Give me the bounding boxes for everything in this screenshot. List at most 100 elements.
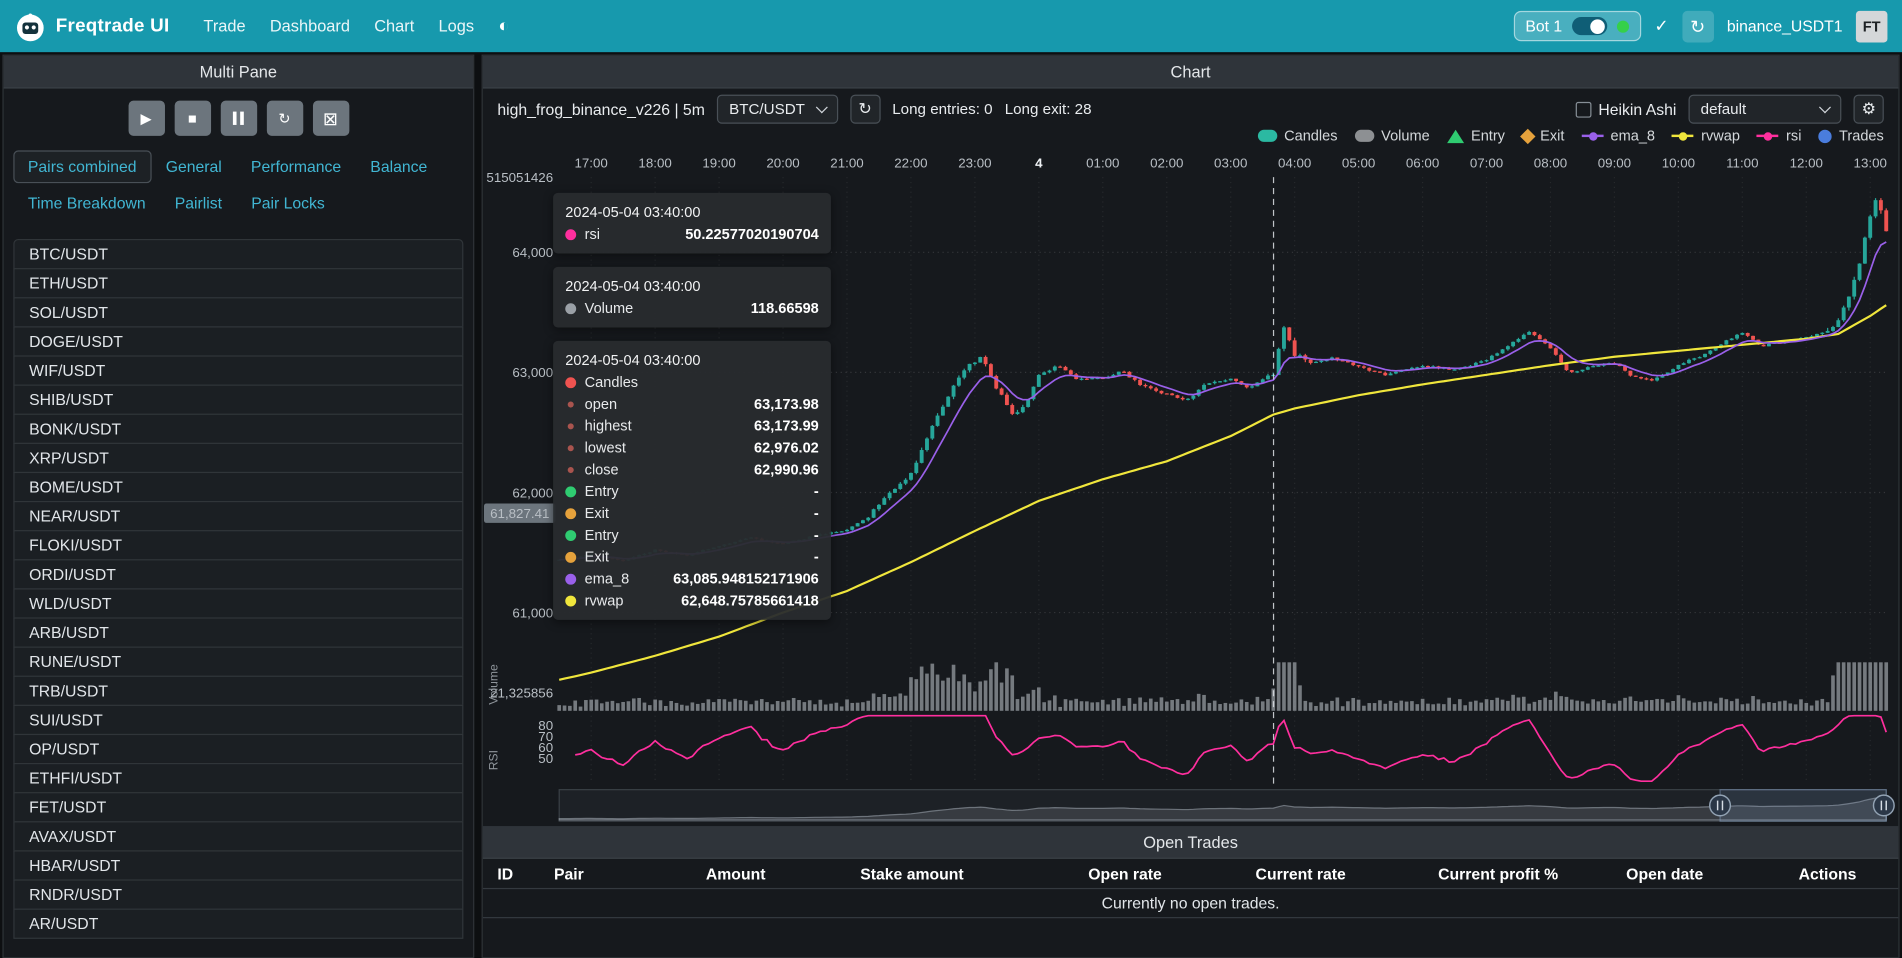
tooltip-label: close: [585, 461, 619, 478]
heikin-ashi-checkbox[interactable]: [1575, 101, 1591, 117]
open-trades-empty-message: Currently no open trades.: [483, 889, 1899, 918]
nav-link-logs[interactable]: Logs: [426, 10, 486, 43]
bot-toggle[interactable]: [1572, 17, 1607, 35]
navigator-handle[interactable]: [1710, 795, 1731, 816]
pair-item[interactable]: ETH/USDT: [13, 268, 463, 298]
svg-text:06:00: 06:00: [1406, 155, 1439, 170]
tab-pairs-combined[interactable]: Pairs combined: [13, 150, 151, 183]
nav-link-trade[interactable]: Trade: [191, 10, 257, 43]
theme-toggle-icon[interactable]: ◐: [489, 11, 519, 41]
stop-button[interactable]: ■: [174, 101, 210, 136]
legend-item-trades[interactable]: Trades: [1818, 127, 1883, 144]
navigator-window[interactable]: [1720, 790, 1886, 822]
pair-item[interactable]: ETHFI/USDT: [13, 763, 463, 793]
pair-item[interactable]: FLOKI/USDT: [13, 530, 463, 560]
tab-pair-locks[interactable]: Pair Locks: [237, 187, 340, 220]
pair-item[interactable]: RUNE/USDT: [13, 647, 463, 677]
trades-marker-icon: [1818, 129, 1831, 142]
pair-item[interactable]: RNDR/USDT: [13, 879, 463, 909]
legend-item-rsi[interactable]: rsi: [1757, 127, 1801, 144]
avatar[interactable]: FT: [1856, 10, 1888, 42]
column-actions: Actions: [1757, 864, 1899, 882]
svg-text:02:00: 02:00: [1150, 155, 1183, 170]
legend-item-volume[interactable]: Volume: [1354, 127, 1429, 144]
series-dot-icon: [568, 401, 574, 407]
plot-settings-button[interactable]: ⚙: [1853, 95, 1883, 124]
tooltip-label: Entry: [585, 483, 619, 500]
nav-link-chart[interactable]: Chart: [362, 10, 426, 43]
tooltip-value: -: [814, 548, 819, 565]
legend-item-candles[interactable]: Candles: [1257, 127, 1337, 144]
tab-general[interactable]: General: [151, 150, 236, 183]
navigator-handle[interactable]: [1873, 795, 1894, 816]
tooltip-value: 50.22577020190704: [685, 226, 819, 243]
pair-item[interactable]: FET/USDT: [13, 792, 463, 822]
rsi-marker-icon: [1757, 135, 1779, 137]
tab-performance[interactable]: Performance: [236, 150, 355, 183]
svg-text:19:00: 19:00: [702, 155, 735, 170]
tab-time-breakdown[interactable]: Time Breakdown: [13, 187, 160, 220]
pair-item[interactable]: ORDI/USDT: [13, 559, 463, 589]
tooltip-label: ema_8: [585, 570, 630, 587]
plot-config-select[interactable]: default: [1689, 95, 1842, 124]
chart-tooltip: 2024-05-04 03:40:00Candlesopen63,173.98h…: [553, 341, 831, 620]
legend-label: ema_8: [1611, 127, 1656, 144]
pair-item[interactable]: AVAX/USDT: [13, 821, 463, 851]
pair-item[interactable]: DOGE/USDT: [13, 326, 463, 356]
legend-label: rvwap: [1701, 127, 1740, 144]
tab-balance[interactable]: Balance: [356, 150, 442, 183]
pair-list: BTC/USDTETH/USDTSOL/USDTDOGE/USDTWIF/USD…: [13, 239, 463, 939]
pair-item[interactable]: HBAR/USDT: [13, 850, 463, 880]
legend-item-ema-8[interactable]: ema_8: [1581, 127, 1655, 144]
pair-item[interactable]: AR/USDT: [13, 909, 463, 939]
pair-item[interactable]: WIF/USDT: [13, 355, 463, 385]
nav-link-dashboard[interactable]: Dashboard: [258, 10, 362, 43]
legend-item-entry[interactable]: Entry: [1447, 127, 1505, 144]
svg-text:23:00: 23:00: [958, 155, 991, 170]
pair-item[interactable]: TRB/USDT: [13, 676, 463, 706]
pair-item[interactable]: XRP/USDT: [13, 443, 463, 473]
pair-item[interactable]: BOME/USDT: [13, 472, 463, 502]
heikin-ashi-toggle[interactable]: Heikin Ashi: [1575, 100, 1676, 118]
legend-item-exit[interactable]: Exit: [1522, 127, 1564, 144]
refresh-button[interactable]: ↻: [1682, 10, 1714, 42]
pair-item[interactable]: WLD/USDT: [13, 588, 463, 618]
pair-item[interactable]: BTC/USDT: [13, 239, 463, 269]
tab-pairlist[interactable]: Pairlist: [160, 187, 236, 220]
pair-item[interactable]: SUI/USDT: [13, 705, 463, 735]
legend-label: Exit: [1540, 127, 1564, 144]
refresh-icon: ↻: [858, 99, 871, 118]
rvwap-marker-icon: [1672, 135, 1694, 137]
tooltip-row-close: close62,990.96: [565, 459, 819, 481]
bot-selector[interactable]: Bot 1: [1513, 11, 1641, 41]
pair-item[interactable]: BONK/USDT: [13, 414, 463, 444]
tooltip-date: 2024-05-04 03:40:00: [565, 201, 819, 223]
pair-item[interactable]: OP/USDT: [13, 734, 463, 764]
tooltip-row-highest: highest63,173.99: [565, 415, 819, 437]
pair-item[interactable]: ARB/USDT: [13, 617, 463, 647]
chart-refresh-button[interactable]: ↻: [850, 95, 880, 124]
close-all-button[interactable]: ⊠: [312, 101, 348, 136]
pair-select[interactable]: BTC/USDT: [717, 95, 838, 124]
tooltip-value: -: [814, 483, 819, 500]
open-trades-title: Open Trades: [1143, 833, 1238, 851]
tooltip-row-volume: Volume118.66598: [565, 297, 819, 319]
pause-button[interactable]: [220, 101, 256, 136]
pair-item[interactable]: SHIB/USDT: [13, 385, 463, 415]
svg-text:21:00: 21:00: [830, 155, 863, 170]
column-open-rate: Open rate: [978, 864, 1176, 882]
svg-text:03:00: 03:00: [1214, 155, 1247, 170]
svg-text:515051426: 515051426: [486, 170, 553, 185]
svg-text:13:00: 13:00: [1854, 155, 1887, 170]
gear-icon: ⚙: [1862, 99, 1876, 118]
series-dot-icon: [568, 445, 574, 451]
column-current-profit-: Current profit %: [1360, 864, 1572, 882]
open-trades-columns: IDPairAmountStake amountOpen rateCurrent…: [483, 859, 1899, 889]
play-button[interactable]: ▶: [128, 101, 164, 136]
reload-button[interactable]: ↻: [266, 101, 302, 136]
legend-item-rvwap[interactable]: rvwap: [1672, 127, 1740, 144]
pair-item[interactable]: SOL/USDT: [13, 297, 463, 327]
pair-item[interactable]: NEAR/USDT: [13, 501, 463, 531]
brand[interactable]: Freqtrade UI: [15, 10, 170, 42]
pane-tabs: Pairs combinedGeneralPerformanceBalance T…: [4, 146, 473, 220]
